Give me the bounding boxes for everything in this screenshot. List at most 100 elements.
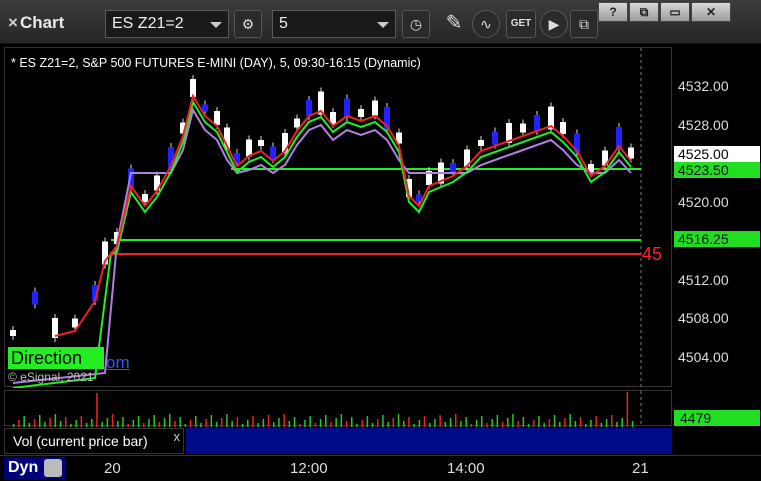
volume-bar bbox=[543, 423, 545, 427]
volume-bar bbox=[595, 416, 597, 427]
volume-bar bbox=[304, 420, 306, 427]
time-tick: 14:00 bbox=[447, 460, 485, 477]
volume-bar bbox=[299, 424, 301, 427]
volume-bar bbox=[215, 422, 218, 427]
volume-bar bbox=[221, 418, 223, 427]
volume-bar bbox=[39, 415, 41, 427]
volume-bar bbox=[257, 423, 259, 427]
close-button[interactable]: ✕ bbox=[691, 2, 731, 22]
candle-down bbox=[32, 291, 38, 305]
get-icon[interactable]: GET bbox=[506, 10, 536, 38]
candle-down bbox=[534, 115, 540, 131]
symbol-combobox[interactable]: ES Z21=2 bbox=[105, 10, 229, 38]
price-tick: 4512.00 bbox=[678, 272, 729, 288]
maximize-button[interactable]: ▭ bbox=[660, 2, 690, 22]
volume-bar bbox=[127, 424, 129, 427]
gear-icon[interactable]: ⚙ bbox=[234, 10, 262, 38]
volume-bar bbox=[465, 417, 467, 427]
volume-bar bbox=[70, 424, 72, 427]
play-icon[interactable]: ▶ bbox=[540, 10, 568, 38]
volume-bar bbox=[517, 421, 519, 427]
volume-bar bbox=[143, 423, 145, 427]
chevron-down-icon[interactable] bbox=[377, 22, 389, 28]
volume-bar bbox=[413, 424, 415, 427]
volume-bar bbox=[267, 415, 270, 427]
candle-up bbox=[258, 140, 264, 146]
volume-bar bbox=[574, 421, 577, 427]
clock-icon[interactable]: ◷ bbox=[402, 10, 430, 38]
volume-bar bbox=[460, 421, 462, 427]
candle-up bbox=[10, 330, 16, 336]
restore-button[interactable]: ⧉ bbox=[629, 2, 659, 22]
volume-legend[interactable]: Vol (current price bar) x bbox=[4, 428, 184, 454]
volume-bar bbox=[163, 418, 166, 427]
price-axis[interactable]: 4532.00 4528.00 4525.00 4523.50 4520.00 … bbox=[672, 47, 761, 387]
volume-axis: 4479 bbox=[672, 390, 761, 426]
window-title-text: Chart bbox=[19, 13, 65, 32]
volume-bar bbox=[117, 421, 119, 427]
volume-bar bbox=[392, 418, 395, 427]
volume-bar bbox=[455, 414, 457, 427]
volume-bar bbox=[273, 422, 275, 427]
volume-bar bbox=[512, 414, 514, 427]
volume-bar bbox=[91, 419, 93, 427]
indicator-icon[interactable]: ∿ bbox=[472, 10, 500, 38]
volume-bar bbox=[28, 423, 31, 427]
time-tick: 21 bbox=[632, 460, 649, 477]
volume-bar bbox=[101, 422, 103, 427]
volume-bar bbox=[293, 417, 296, 427]
volume-bar bbox=[371, 423, 374, 427]
om-link-text[interactable]: om bbox=[106, 353, 130, 373]
pencil-icon[interactable]: ✎ bbox=[440, 10, 468, 38]
volume-bar bbox=[345, 421, 348, 427]
candle-down bbox=[270, 146, 276, 160]
volume-bar bbox=[247, 420, 249, 427]
candlesticks bbox=[10, 75, 634, 342]
legend-band bbox=[186, 428, 672, 454]
volume-bar bbox=[195, 416, 197, 427]
volume-bar bbox=[616, 422, 618, 427]
volume-bar bbox=[278, 418, 280, 427]
volume-bar bbox=[418, 420, 421, 427]
link-icon[interactable]: ⧉ bbox=[570, 10, 598, 38]
volume-bar bbox=[631, 421, 634, 427]
price-tick: 4504.00 bbox=[678, 349, 729, 365]
volume-bar bbox=[153, 415, 155, 427]
volume-bar bbox=[548, 419, 551, 427]
volume-bar bbox=[626, 392, 629, 427]
volume-bar bbox=[434, 419, 436, 427]
lock-icon[interactable] bbox=[44, 459, 62, 477]
volume-bar bbox=[559, 422, 561, 427]
volume-bars bbox=[13, 392, 634, 427]
time-tick: 20 bbox=[104, 460, 121, 477]
chevron-down-icon[interactable] bbox=[210, 22, 222, 28]
volume-bar bbox=[579, 417, 582, 427]
volume-bar bbox=[189, 420, 192, 427]
volume-bar bbox=[605, 419, 608, 427]
chart-window: × Chart ES Z21=2 ⚙ 5 ◷ ✎ ∿ GET ▶ ⧉ ? ⧉ ▭ … bbox=[0, 0, 761, 481]
volume-bar bbox=[600, 423, 603, 427]
candle-up bbox=[246, 139, 252, 157]
volume-bar bbox=[54, 414, 57, 427]
volume-bar bbox=[184, 424, 187, 427]
level-tag-green-1: 4523.50 bbox=[674, 162, 760, 178]
candle-up bbox=[358, 109, 364, 117]
copyright-text: © eSignal, 2021 bbox=[8, 370, 94, 384]
candle-up bbox=[520, 123, 526, 133]
volume-bar bbox=[122, 417, 124, 427]
volume-bar bbox=[85, 423, 88, 427]
volume-bar bbox=[169, 414, 171, 427]
help-button[interactable]: ? bbox=[598, 2, 628, 22]
volume-panel[interactable] bbox=[4, 390, 672, 427]
close-icon[interactable]: x bbox=[174, 425, 181, 449]
interval-combobox[interactable]: 5 bbox=[272, 10, 396, 38]
volume-bar bbox=[96, 393, 98, 427]
time-axis[interactable]: 20 12:00 14:00 21 bbox=[0, 455, 761, 481]
volume-bar bbox=[330, 422, 332, 427]
candle-down bbox=[344, 98, 350, 118]
volume-bar bbox=[319, 419, 322, 427]
price-chart[interactable]: * ES Z21=2, S&P 500 FUTURES E-MINI (DAY)… bbox=[4, 47, 672, 388]
close-window-icon[interactable]: × bbox=[8, 13, 18, 32]
volume-legend-text: Vol (current price bar) bbox=[13, 433, 148, 449]
volume-bar bbox=[470, 424, 473, 427]
